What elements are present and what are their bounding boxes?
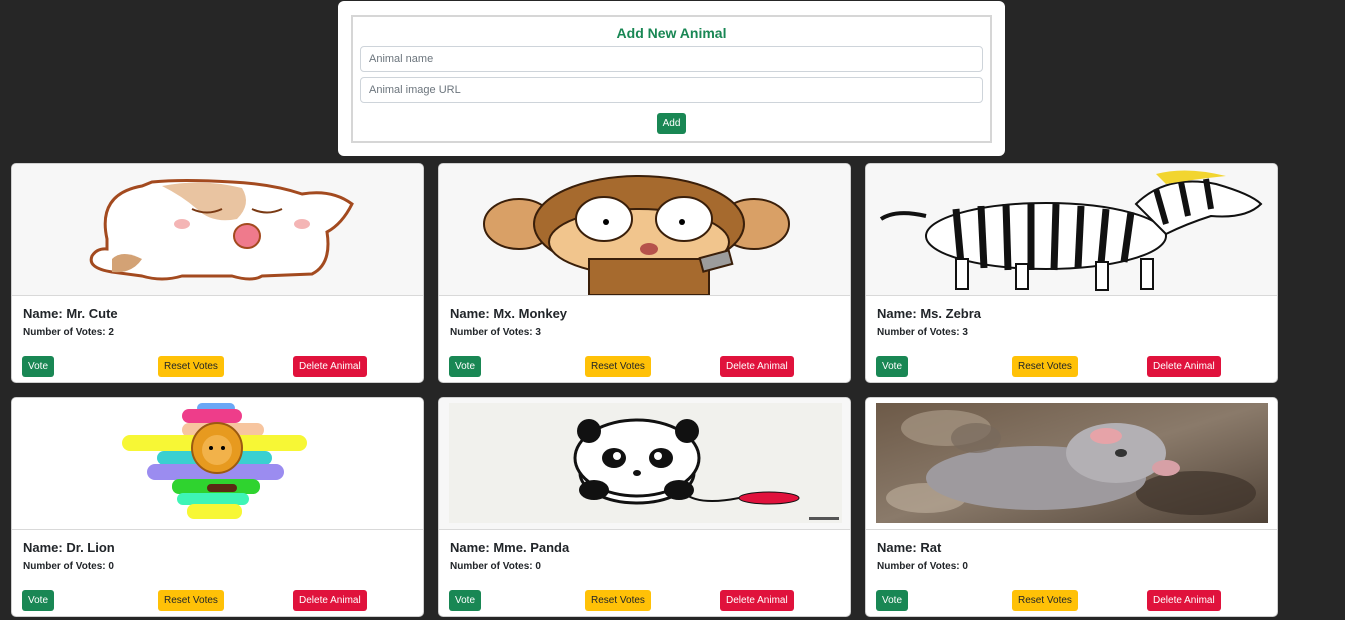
vote-count: Number of Votes: 2 (23, 327, 114, 338)
vote-count: Number of Votes: 0 (23, 561, 114, 572)
animal-card: Name: Rat Number of Votes: 0 Vote Reset … (865, 397, 1278, 617)
delete-animal-button[interactable]: Delete Animal (1147, 356, 1221, 377)
animal-name: Name: Ms. Zebra (877, 306, 982, 321)
animal-name: Name: Mr. Cute (23, 306, 118, 321)
vote-count: Number of Votes: 0 (450, 561, 541, 572)
animal-image (12, 164, 423, 296)
form-title: Add New Animal (616, 25, 727, 41)
animal-card: Name: Dr. Lion Number of Votes: 0 Vote R… (11, 397, 424, 617)
vote-count: Number of Votes: 3 (450, 327, 541, 338)
animal-card: Name: Mx. Monkey Number of Votes: 3 Vote… (438, 163, 851, 383)
reset-votes-button[interactable]: Reset Votes (158, 590, 224, 611)
animal-card: Name: Mr. Cute Number of Votes: 2 Vote R… (11, 163, 424, 383)
reset-votes-button[interactable]: Reset Votes (1012, 590, 1078, 611)
animal-image (439, 398, 850, 530)
animal-image (866, 398, 1277, 530)
animal-name-input[interactable] (360, 46, 983, 72)
delete-animal-button[interactable]: Delete Animal (293, 356, 367, 377)
vote-button[interactable]: Vote (22, 356, 55, 377)
cartoon-lion-image (22, 403, 412, 523)
delete-animal-button[interactable]: Delete Animal (1147, 590, 1221, 611)
animal-image (12, 398, 423, 530)
cartoon-puppy-image (89, 179, 354, 281)
animal-name: Name: Dr. Lion (23, 540, 115, 555)
add-animal-form: Add New Animal Add (351, 15, 992, 143)
delete-animal-button[interactable]: Delete Animal (293, 590, 367, 611)
animal-image (439, 164, 850, 296)
vote-button[interactable]: Vote (22, 590, 55, 611)
animal-card: Name: Ms. Zebra Number of Votes: 3 Vote … (865, 163, 1278, 383)
cartoon-zebra-image (879, 170, 1263, 291)
reset-votes-button[interactable]: Reset Votes (1012, 356, 1078, 377)
cartoon-monkey-image (483, 175, 790, 295)
reset-votes-button[interactable]: Reset Votes (585, 356, 651, 377)
reset-votes-button[interactable]: Reset Votes (585, 590, 651, 611)
add-animal-panel: Add New Animal Add (338, 1, 1005, 156)
vote-button[interactable]: Vote (449, 590, 482, 611)
vote-count: Number of Votes: 3 (877, 327, 968, 338)
vote-count: Number of Votes: 0 (877, 561, 968, 572)
rat-photo-image (876, 403, 1268, 523)
delete-animal-button[interactable]: Delete Animal (720, 590, 794, 611)
animal-card: Name: Mme. Panda Number of Votes: 0 Vote… (438, 397, 851, 617)
cartoon-panda-image (449, 403, 842, 523)
add-button[interactable]: Add (656, 113, 687, 134)
animal-name: Name: Rat (877, 540, 942, 555)
vote-button[interactable]: Vote (876, 356, 909, 377)
reset-votes-button[interactable]: Reset Votes (158, 356, 224, 377)
animal-image-url-input[interactable] (360, 77, 983, 103)
delete-animal-button[interactable]: Delete Animal (720, 356, 794, 377)
animal-name: Name: Mx. Monkey (450, 306, 568, 321)
animal-image (866, 164, 1277, 296)
vote-button[interactable]: Vote (449, 356, 482, 377)
animal-name: Name: Mme. Panda (450, 540, 570, 555)
vote-button[interactable]: Vote (876, 590, 909, 611)
